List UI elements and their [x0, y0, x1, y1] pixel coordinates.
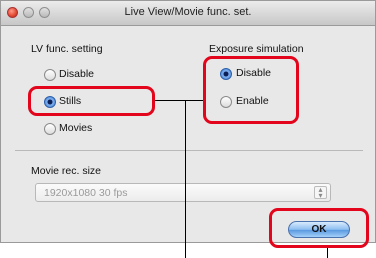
- callout-line-stills: [155, 100, 185, 101]
- dialog-window: Live View/Movie func. set. LV func. sett…: [0, 0, 376, 243]
- title-bar[interactable]: Live View/Movie func. set.: [1, 1, 375, 26]
- lv-disable-label[interactable]: Disable: [59, 68, 94, 80]
- lv-movies-label[interactable]: Movies: [59, 122, 92, 134]
- callout-line-exposure: [185, 100, 203, 101]
- callout-line-ok: [327, 248, 328, 258]
- callout-line-vertical-left: [185, 100, 186, 258]
- movie-rec-size-value: 1920x1080 30 fps: [44, 187, 128, 199]
- movie-rec-size-select[interactable]: 1920x1080 30 fps ▴ ▾: [35, 183, 331, 202]
- window-title: Live View/Movie func. set.: [124, 6, 252, 18]
- highlight-stills: [28, 86, 155, 116]
- highlight-ok-button: [269, 208, 369, 248]
- exposure-sim-heading: Exposure simulation: [209, 43, 304, 55]
- lv-disable-radio[interactable]: [44, 69, 56, 81]
- lv-movies-radio[interactable]: [44, 123, 56, 135]
- separator: [15, 150, 363, 151]
- movie-rec-heading: Movie rec. size: [31, 165, 102, 177]
- updown-arrows-icon: ▴ ▾: [314, 186, 327, 200]
- lv-func-heading: LV func. setting: [31, 43, 103, 55]
- highlight-exposure-simulation: [203, 56, 299, 124]
